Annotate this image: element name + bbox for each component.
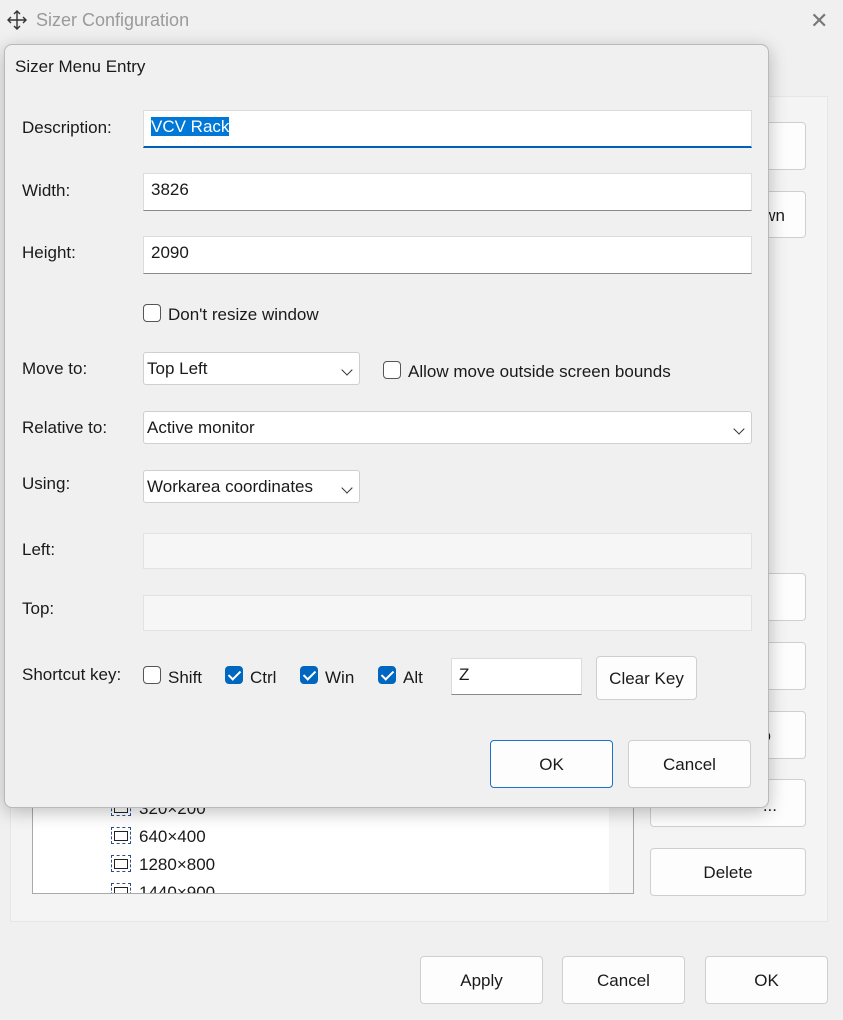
using-select[interactable]: Workarea coordinates (143, 470, 360, 503)
list-item[interactable]: 1280×800 (111, 855, 215, 875)
top-label: Top: (22, 599, 55, 618)
ok-button[interactable]: OK (705, 956, 828, 1004)
dialog-cancel-button[interactable]: Cancel (628, 740, 751, 788)
chevron-down-icon (341, 364, 353, 376)
chevron-down-icon (341, 482, 353, 494)
description-input[interactable]: VCV Rack (143, 110, 752, 148)
relative-to-label: Relative to: (22, 418, 108, 437)
list-item[interactable]: 1440×900 (111, 883, 215, 893)
dont-resize-checkbox[interactable] (143, 304, 161, 322)
dont-resize-label: Don't resize window (168, 305, 319, 324)
sizer-menu-entry-dialog: Sizer Menu Entry Description: VCV Rack W… (4, 44, 769, 808)
relative-to-select[interactable]: Active monitor (143, 411, 752, 444)
left-input[interactable] (143, 533, 752, 569)
monitor-icon (111, 855, 131, 872)
apply-button[interactable]: Apply (420, 956, 543, 1004)
cancel-button[interactable]: Cancel (562, 956, 685, 1004)
chevron-down-icon (733, 423, 745, 435)
width-label: Width: (22, 181, 71, 200)
relative-to-value: Active monitor (147, 418, 255, 437)
ctrl-label: Ctrl (250, 668, 277, 687)
alt-label: Alt (403, 668, 423, 687)
shortcut-key-label: Shortcut key: (22, 665, 122, 684)
description-value: VCV Rack (151, 117, 230, 136)
dialog-ok-button[interactable]: OK (490, 740, 613, 788)
app-icon (6, 9, 28, 31)
allow-outside-checkbox[interactable] (383, 361, 401, 379)
clear-key-button[interactable]: Clear Key (596, 656, 697, 700)
move-to-label: Move to: (22, 359, 88, 378)
using-value: Workarea coordinates (147, 477, 313, 496)
shift-label: Shift (168, 668, 203, 687)
description-label: Description: (22, 118, 112, 137)
delete-button[interactable]: Delete (650, 848, 806, 896)
allow-outside-label: Allow move outside screen bounds (408, 362, 671, 381)
dialog-title: Sizer Menu Entry (15, 57, 146, 76)
list-item[interactable]: 640×400 (111, 827, 206, 847)
alt-checkbox[interactable] (378, 666, 396, 684)
monitor-icon (111, 827, 131, 844)
width-input[interactable]: 3826 (143, 173, 752, 211)
close-icon[interactable]: ✕ (810, 8, 828, 34)
monitor-icon (111, 883, 131, 893)
top-input[interactable] (143, 595, 752, 631)
ctrl-checkbox[interactable] (225, 666, 243, 684)
win-label: Win (325, 668, 355, 687)
shortcut-key-input[interactable]: Z (451, 658, 582, 695)
using-label: Using: (22, 474, 71, 493)
left-label: Left: (22, 540, 56, 559)
move-to-select[interactable]: Top Left (143, 352, 360, 385)
shift-checkbox[interactable] (143, 666, 161, 684)
height-label: Height: (22, 243, 76, 262)
win-checkbox[interactable] (300, 666, 318, 684)
height-input[interactable]: 2090 (143, 236, 752, 274)
move-to-value: Top Left (147, 359, 208, 378)
window-title: Sizer Configuration (36, 10, 190, 30)
